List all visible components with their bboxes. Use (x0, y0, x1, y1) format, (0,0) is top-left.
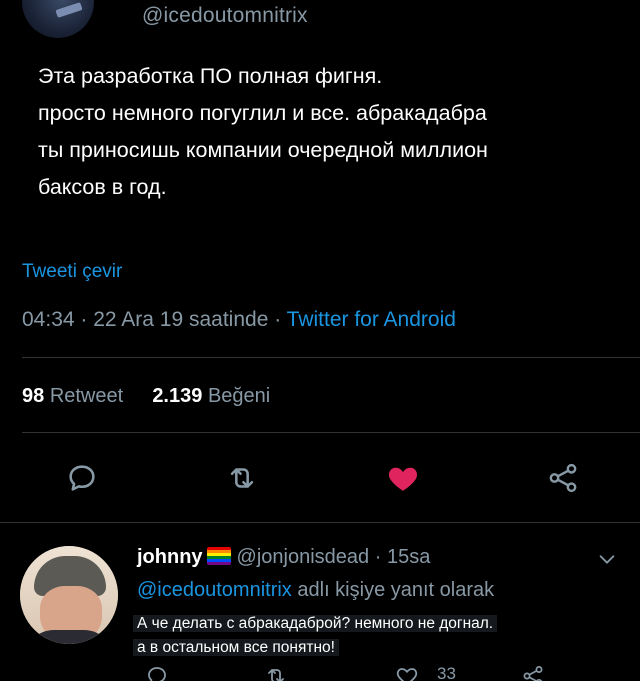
like-count: 2.139 (152, 385, 203, 407)
chevron-down-icon[interactable] (596, 548, 618, 570)
retweet-icon (230, 468, 254, 488)
tweet-source-link[interactable]: Twitter for Android (287, 308, 456, 331)
tweet-text-line: ты приносишь компании очередной миллион (38, 138, 488, 162)
retweet-button[interactable] (222, 458, 262, 498)
retweet-stat[interactable]: 98 Retweet (22, 385, 123, 407)
translate-tweet-link[interactable]: Tweeti çevir (22, 261, 122, 283)
meta-separator: · (369, 546, 387, 568)
retweet-icon (268, 669, 284, 681)
like-label: Beğeni (207, 385, 271, 407)
reply-retweet-button[interactable] (262, 662, 290, 681)
author-avatar[interactable] (22, 0, 94, 38)
like-stat[interactable]: 2.139 Beğeni (152, 385, 270, 407)
retweet-count: 98 (22, 385, 45, 407)
tweet-detail-page: @icedoutomnitrix Эта разработка ПО полна… (0, 0, 640, 681)
reply-icon (148, 667, 166, 681)
reply-text: А че делать с абракадаброй? немного не д… (133, 612, 498, 660)
tweet-text: Эта разработка ПО полная фигня. просто н… (38, 58, 618, 206)
reply-avatar[interactable] (20, 546, 118, 644)
tweet-text-line: баксов в год. (38, 175, 167, 199)
tweet-stats: 98 Retweet 2.139 Beğeni (22, 385, 270, 408)
reply-share-button[interactable] (519, 662, 547, 681)
divider (0, 522, 640, 523)
share-button[interactable] (543, 458, 583, 498)
reply-author-name[interactable]: johnny (137, 546, 203, 568)
divider (22, 357, 640, 358)
divider (22, 432, 640, 433)
meta-separator: · (274, 308, 287, 331)
meta-separator: · (80, 308, 94, 331)
reply-author-handle[interactable]: @jonjonisdead (237, 546, 370, 568)
reply-text-line: А че делать с абракадаброй? немного не д… (133, 615, 498, 632)
reply-reply-button[interactable] (143, 662, 171, 681)
tweet-date: 22 Ara 19 saatinde (93, 308, 269, 331)
reply-action-bar (0, 662, 640, 681)
tweet-action-bar (0, 458, 640, 504)
author-handle[interactable]: @icedoutomnitrix (142, 4, 308, 28)
reply-button[interactable] (62, 458, 102, 498)
tweet-text-line: просто немного погуглил и все. абракадаб… (38, 101, 487, 125)
reply-to-line: @icedoutomnitrix adlı kişiye yanıt olara… (137, 579, 494, 602)
heart-outline-icon (396, 668, 418, 681)
reply-like-button[interactable] (393, 662, 421, 681)
reply-to-mention[interactable]: @icedoutomnitrix (137, 579, 292, 601)
rainbow-flag-icon (206, 547, 231, 565)
reply-icon (69, 465, 95, 491)
tweet-time: 04:34 (22, 308, 75, 331)
reply-like-count: 33 (437, 664, 456, 681)
heart-icon (388, 467, 418, 491)
tweet-meta: 04:34 · 22 Ara 19 saatinde · Twitter for… (22, 308, 456, 332)
reply-header: johnny @jonjonisdead · 15sa (137, 546, 430, 569)
like-button[interactable] (383, 458, 423, 498)
retweet-label: Retweet (49, 385, 124, 407)
reply-text-line: а в остальном все понятно! (133, 639, 339, 656)
share-icon (549, 463, 577, 493)
share-icon (523, 666, 543, 681)
reply-to-suffix: adlı kişiye yanıt olarak (297, 579, 495, 601)
reply-age: 15sa (386, 546, 431, 568)
tweet-text-line: Эта разработка ПО полная фигня. (38, 64, 383, 88)
